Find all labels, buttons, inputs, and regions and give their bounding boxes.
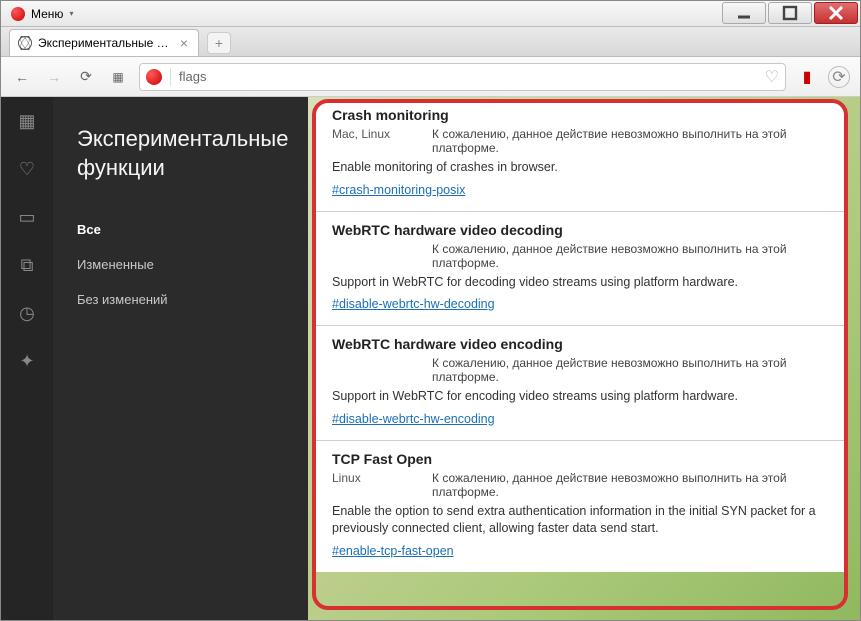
- address-bar[interactable]: ♡: [139, 63, 786, 91]
- flag-platforms: Linux: [332, 471, 402, 499]
- highlight-frame: Crash monitoring Mac, Linux К сожалению,…: [312, 99, 848, 610]
- flag-warning: К сожалению, данное действие невозможно …: [432, 471, 828, 499]
- forward-button[interactable]: →: [43, 66, 65, 88]
- nav-unchanged[interactable]: Без изменений: [77, 282, 284, 317]
- atom-icon: [18, 36, 32, 50]
- flag-description: Enable the option to send extra authenti…: [332, 503, 828, 538]
- flag-anchor-link[interactable]: #crash-monitoring-posix: [332, 183, 465, 197]
- flag-item: Crash monitoring Mac, Linux К сожалению,…: [316, 103, 844, 212]
- window-controls: [722, 1, 860, 26]
- maximize-button[interactable]: [768, 2, 812, 24]
- history-icon[interactable]: ◷: [17, 303, 37, 323]
- left-icon-rail: ▦ ♡ ▭ ⧉ ◷ ✦: [1, 97, 53, 620]
- close-button[interactable]: [814, 2, 858, 24]
- flag-description: Support in WebRTC for encoding video str…: [332, 388, 828, 406]
- reload-button[interactable]: ⟳: [75, 66, 97, 88]
- sidebar: Экспериментальные функции Все Измененные…: [53, 97, 308, 620]
- toolbar: ← → ⟳ ▦ ♡ ▮ ⟳: [1, 57, 860, 97]
- separator: [170, 68, 171, 86]
- bookmark-heart-icon[interactable]: ♡: [765, 67, 779, 87]
- flag-item: WebRTC hardware video encoding К сожален…: [316, 326, 844, 441]
- flag-description: Support in WebRTC for decoding video str…: [332, 274, 828, 292]
- flag-platforms: [332, 356, 402, 384]
- flag-platforms: [332, 242, 402, 270]
- flag-anchor-link[interactable]: #enable-tcp-fast-open: [332, 544, 454, 558]
- url-input[interactable]: [179, 69, 757, 84]
- news-icon[interactable]: ▭: [17, 207, 37, 227]
- new-tab-button[interactable]: +: [207, 32, 231, 54]
- grid-icon[interactable]: ▦: [17, 111, 37, 131]
- tab-close-icon[interactable]: ×: [178, 35, 190, 51]
- tab-strip: Экспериментальные фун... × +: [1, 27, 860, 57]
- tab-flags[interactable]: Экспериментальные фун... ×: [9, 29, 199, 56]
- flag-warning: К сожалению, данное действие невозможно …: [432, 356, 828, 384]
- flag-title: WebRTC hardware video decoding: [332, 222, 828, 238]
- extension-button[interactable]: ▮: [796, 66, 818, 88]
- opera-badge-icon: [146, 69, 162, 85]
- flag-title: Crash monitoring: [332, 107, 828, 123]
- devices-icon[interactable]: ⧉: [17, 255, 37, 275]
- flag-warning: К сожалению, данное действие невозможно …: [432, 127, 828, 155]
- flag-description: Enable monitoring of crashes in browser.: [332, 159, 828, 177]
- sidebar-nav: Все Измененные Без изменений: [77, 212, 284, 317]
- window-titlebar: Меню ▾: [1, 1, 860, 27]
- flag-item: TCP Fast Open Linux К сожалению, данное …: [316, 441, 844, 572]
- page-title: Экспериментальные функции: [77, 125, 284, 182]
- flag-title: TCP Fast Open: [332, 451, 828, 467]
- back-button[interactable]: ←: [11, 66, 33, 88]
- opera-icon: [11, 7, 25, 21]
- flag-anchor-link[interactable]: #disable-webrtc-hw-encoding: [332, 412, 495, 426]
- menu-label: Меню: [31, 7, 63, 21]
- nav-changed[interactable]: Измененные: [77, 247, 284, 282]
- main-panel: Crash monitoring Mac, Linux К сожалению,…: [308, 97, 860, 620]
- content-area: ▦ ♡ ▭ ⧉ ◷ ✦ Экспериментальные функции Вс…: [1, 97, 860, 620]
- extensions-icon[interactable]: ✦: [17, 351, 37, 371]
- heart-icon[interactable]: ♡: [17, 159, 37, 179]
- chevron-down-icon: ▾: [69, 9, 73, 18]
- sync-button[interactable]: ⟳: [828, 66, 850, 88]
- speed-dial-button[interactable]: ▦: [107, 66, 129, 88]
- flag-title: WebRTC hardware video encoding: [332, 336, 828, 352]
- flag-platforms: Mac, Linux: [332, 127, 402, 155]
- tab-title: Экспериментальные фун...: [38, 36, 172, 50]
- menu-button[interactable]: Меню ▾: [1, 4, 83, 24]
- flag-item: WebRTC hardware video decoding К сожален…: [316, 212, 844, 327]
- nav-all[interactable]: Все: [77, 212, 284, 247]
- flag-warning: К сожалению, данное действие невозможно …: [432, 242, 828, 270]
- minimize-button[interactable]: [722, 2, 766, 24]
- flag-anchor-link[interactable]: #disable-webrtc-hw-decoding: [332, 297, 495, 311]
